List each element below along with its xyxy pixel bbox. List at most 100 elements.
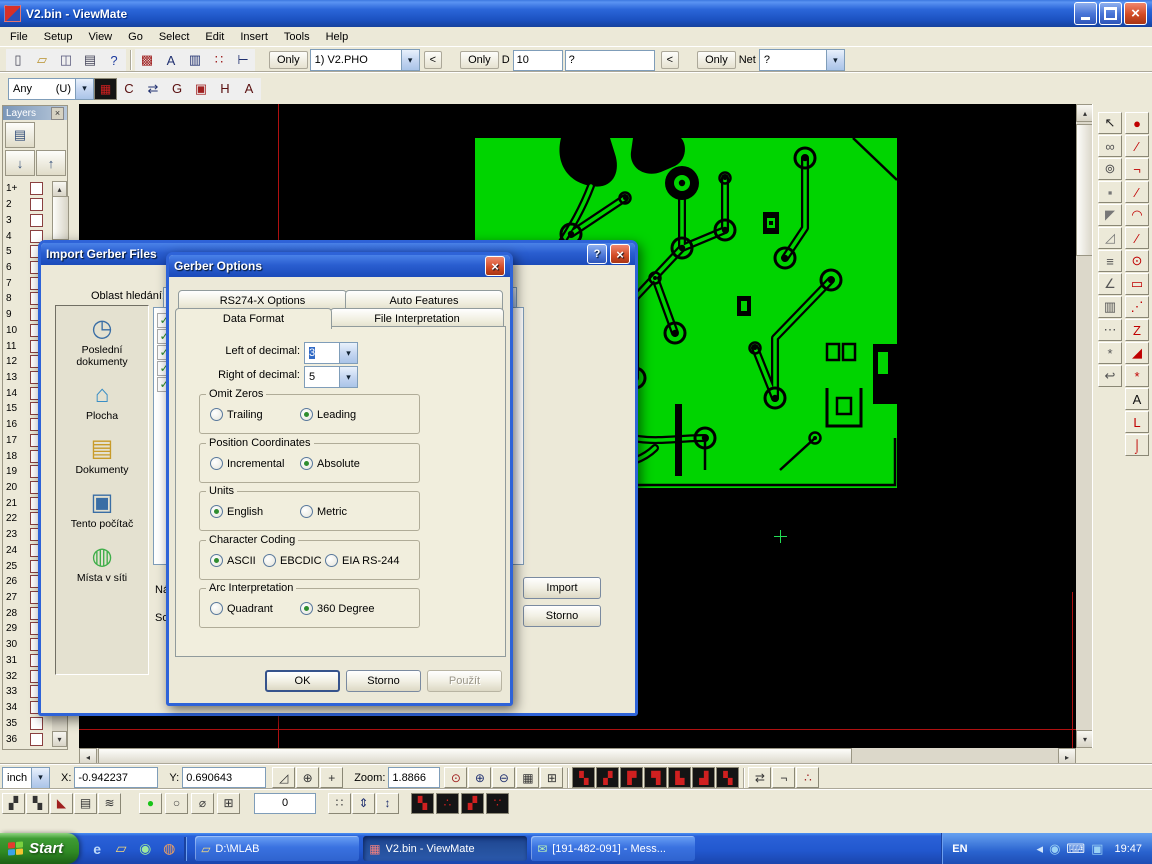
radio-absolute[interactable]: Absolute [300, 457, 360, 470]
g-code-icon[interactable]: G [165, 78, 189, 100]
pad-view-7-icon[interactable]: ▚ [716, 767, 739, 788]
my-computer[interactable]: ▣ Tento počítač [58, 488, 146, 530]
layer-select-combo[interactable]: 1) V2.PHO [310, 49, 420, 71]
aperture-pattern-icon[interactable]: ▦ [94, 78, 117, 100]
menu-item[interactable]: Help [318, 29, 357, 45]
browser-icon[interactable]: ◍ [159, 838, 179, 860]
menu-item[interactable]: Insert [232, 29, 276, 45]
rotation-angle-input[interactable] [254, 793, 316, 814]
undo-arrow-icon[interactable]: ↩ [1098, 365, 1122, 387]
angle-icon[interactable]: ∠ [1098, 273, 1122, 295]
layer-table-button[interactable]: ▤ [5, 122, 35, 148]
resize-icon[interactable]: ↕ [376, 793, 399, 814]
slash-tool-icon[interactable]: ∕ [1125, 227, 1149, 249]
radio-ascii[interactable]: ASCII [210, 554, 256, 567]
new-file-icon[interactable]: ▯ [6, 49, 30, 71]
snap-grid-icon[interactable]: ⊞ [540, 767, 563, 788]
zoom-out-icon[interactable]: ⊖ [492, 767, 515, 788]
menu-item[interactable]: Go [120, 29, 151, 45]
line-tool-icon[interactable]: ∕ [1125, 135, 1149, 157]
zoom-input[interactable] [388, 767, 440, 788]
ruler-icon[interactable]: ⊢ [231, 49, 255, 71]
vertical-arrows-icon[interactable]: ⇕ [352, 793, 375, 814]
desktop[interactable]: ⌂ Plocha [58, 380, 146, 422]
task-button[interactable]: ✉ [191-482-091] - Mess... [531, 836, 695, 861]
scrollbar-thumb[interactable] [52, 196, 69, 240]
unit-combo[interactable]: inch [2, 767, 50, 789]
h-code-icon[interactable]: H [213, 78, 237, 100]
layer-row[interactable]: 2 [3, 197, 50, 213]
radio-incremental[interactable]: Incremental [210, 457, 284, 470]
help-icon[interactable] [587, 244, 607, 264]
pads-tool-icon[interactable]: ▣ [189, 78, 213, 100]
asterisk-icon[interactable]: * [1098, 342, 1122, 364]
pad-view-5-icon[interactable]: ▙ [668, 767, 691, 788]
desktop-toggle-icon[interactable]: ◉ [135, 838, 155, 860]
wedge-tool-icon[interactable]: ◢ [1125, 342, 1149, 364]
help-icon[interactable]: ? [102, 49, 126, 71]
chevron-down-icon[interactable] [339, 343, 357, 363]
dcode-query-input[interactable] [565, 50, 655, 71]
menu-item[interactable]: File [2, 29, 36, 45]
layer-color-box[interactable] [30, 733, 43, 746]
layer-row[interactable]: 3 [3, 212, 50, 228]
minimize-button[interactable] [1074, 2, 1097, 25]
menu-item[interactable]: Select [151, 29, 198, 45]
filled-square-icon[interactable]: ▪ [1098, 181, 1122, 203]
radio-360-degree[interactable]: 360 Degree [300, 602, 375, 615]
chevron-down-icon[interactable] [826, 50, 844, 70]
rect-tool-icon[interactable]: ▭ [1125, 273, 1149, 295]
j-tool-icon[interactable]: ⌡ [1125, 434, 1149, 456]
origin-target-icon[interactable]: ⊕ [296, 767, 319, 788]
internet-explorer-icon[interactable]: e [87, 838, 107, 860]
start-button[interactable]: Start [0, 833, 79, 864]
select-pattern-3-icon[interactable]: ▞ [461, 793, 484, 814]
aperture-filter-combo[interactable]: Any (U) [8, 78, 94, 100]
menu-item[interactable]: Tools [276, 29, 318, 45]
y-coordinate-input[interactable] [182, 767, 266, 788]
layer-color-box[interactable] [30, 198, 43, 211]
wave-icon[interactable]: ≋ [98, 793, 121, 814]
close-icon[interactable] [610, 244, 630, 264]
circle-aperture-icon[interactable]: C [117, 78, 141, 100]
save-icon[interactable]: ◫ [54, 49, 78, 71]
layer-color-box[interactable] [30, 214, 43, 227]
scroll-down-icon[interactable] [52, 731, 67, 747]
hatch-down-icon[interactable]: ▚ [26, 793, 49, 814]
close-icon[interactable] [51, 107, 64, 120]
select-pattern-2-icon[interactable]: ∴ [436, 793, 459, 814]
chevron-down-icon[interactable] [31, 768, 49, 788]
rotate-dots-icon[interactable]: ∴ [796, 767, 819, 788]
radio-trailing[interactable]: Trailing [210, 408, 263, 421]
zoom-select-icon[interactable]: ⊙ [444, 767, 467, 788]
left-of-decimal-combo[interactable]: 3 [304, 342, 358, 364]
grid-icon[interactable]: ▦ [516, 767, 539, 788]
layers-panel-titlebar[interactable]: Layers [3, 106, 67, 120]
dcode-input[interactable] [513, 50, 563, 71]
move-layer-up-button[interactable]: ↑ [36, 150, 66, 176]
layer-pair-icon[interactable]: ⇄ [748, 767, 771, 788]
network-status-icon[interactable]: ◉ [1049, 841, 1060, 857]
layer-color-box[interactable] [30, 717, 43, 730]
radio-eia-rs244[interactable]: EIA RS-244 [325, 554, 399, 567]
radio-metric[interactable]: Metric [300, 505, 347, 518]
select-pattern-4-icon[interactable]: ∵ [486, 793, 509, 814]
hatch-up-icon[interactable]: ▞ [2, 793, 25, 814]
text-tool-icon[interactable]: A [1125, 388, 1149, 410]
layer-row[interactable]: 36 [3, 731, 50, 747]
select-pattern-1-icon[interactable]: ▚ [411, 793, 434, 814]
chevron-down-icon[interactable] [75, 79, 93, 99]
folder-icon[interactable]: ▱ [111, 838, 131, 860]
apply-button[interactable]: Použít [427, 670, 502, 692]
task-button[interactable]: ▱ D:\MLAB [195, 836, 359, 861]
tab-data-format[interactable]: Data Format [175, 308, 332, 329]
pad-view-2-icon[interactable]: ▞ [596, 767, 619, 788]
star-tool-icon[interactable]: * [1125, 365, 1149, 387]
pad-view-4-icon[interactable]: ▜ [644, 767, 667, 788]
grid-select-icon[interactable]: ⊞ [217, 793, 240, 814]
menu-item[interactable]: View [80, 29, 120, 45]
radio-english[interactable]: English [210, 505, 263, 518]
red-grid-icon[interactable]: ∷ [207, 49, 231, 71]
columns-icon[interactable]: ▥ [1098, 296, 1122, 318]
select-cursor-icon[interactable]: ↖ [1098, 112, 1122, 134]
